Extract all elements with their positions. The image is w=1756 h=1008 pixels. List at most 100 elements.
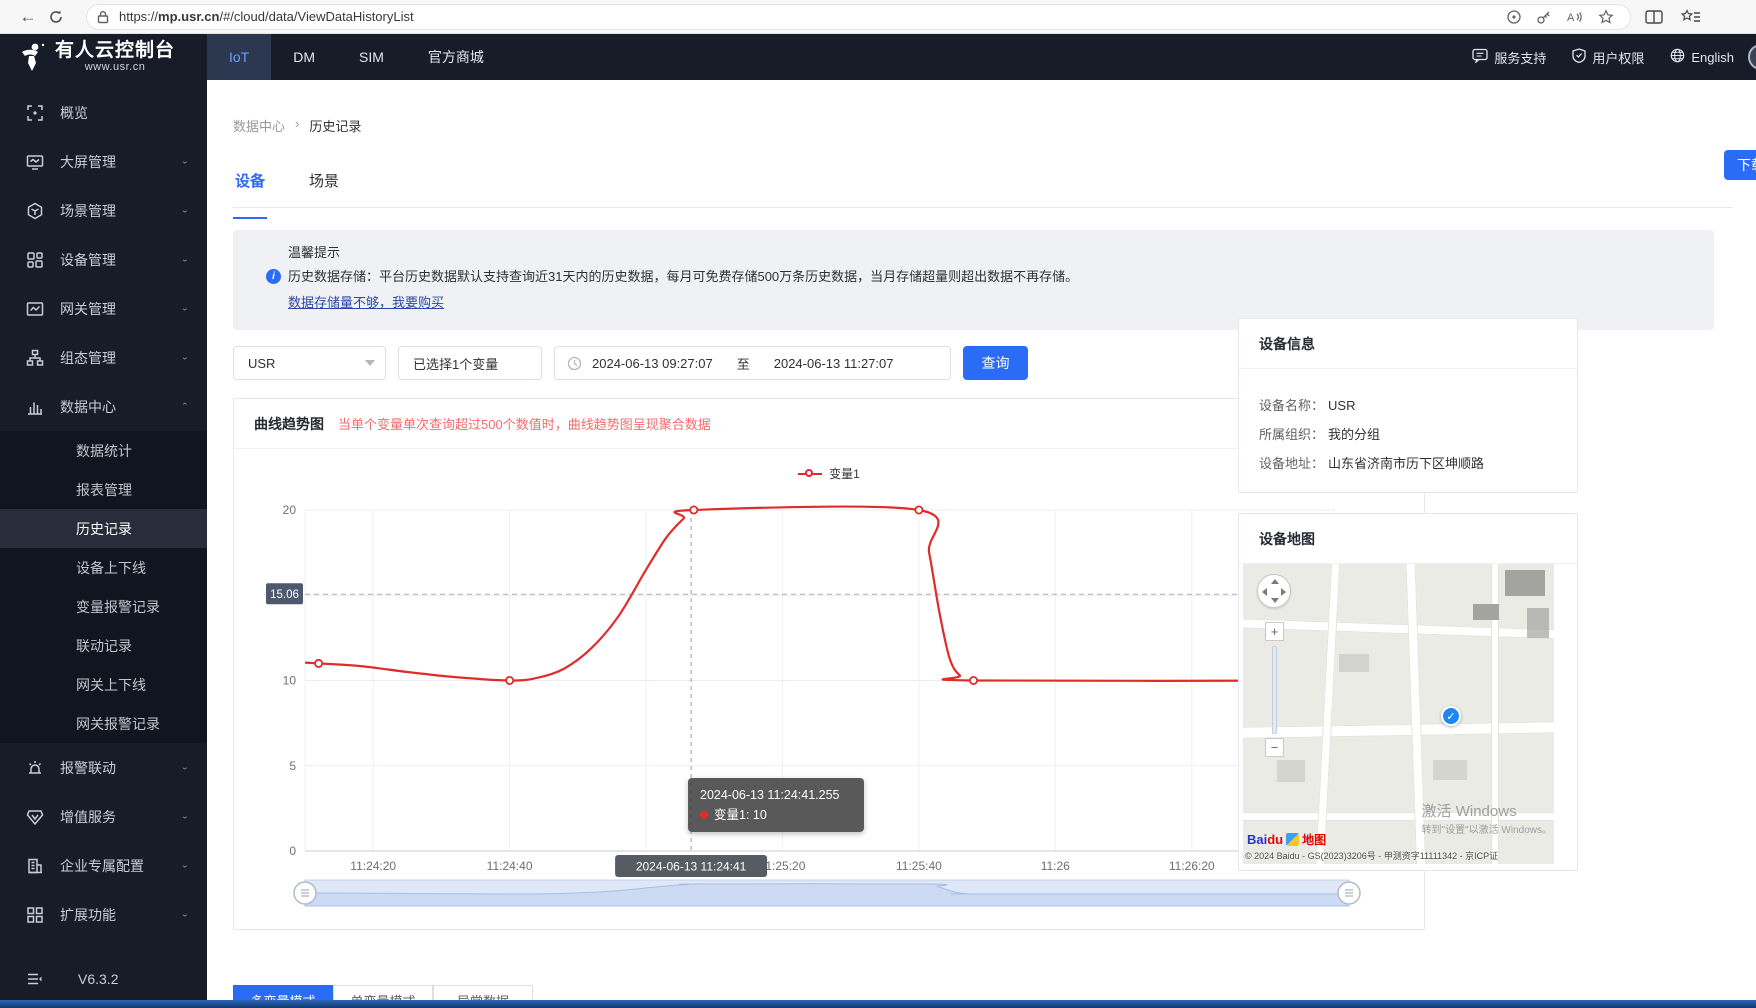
right-column: 设备信息 设备名称： USR 所属组织： 我的分组 设备地址： 山东省济南市历下区坤顺路 … — [1238, 318, 1578, 891]
read-aloud-icon[interactable]: A — [1566, 9, 1584, 25]
sidebar-subitem-联动记录[interactable]: 联动记录 — [0, 626, 207, 665]
sidebar-item-组态管理[interactable]: 组态管理 ⌄ — [0, 333, 207, 382]
data-center-icon — [26, 398, 44, 416]
refresh-icon[interactable] — [42, 3, 70, 31]
sidebar-subitem-报表管理[interactable]: 报表管理 — [0, 470, 207, 509]
sidebar-subitem-设备上下线[interactable]: 设备上下线 — [0, 548, 207, 587]
sidebar-item-大屏管理[interactable]: 大屏管理 ⌄ — [0, 137, 207, 186]
svg-text:11:24:40: 11:24:40 — [487, 859, 533, 873]
map-zoom-out-button[interactable]: − — [1265, 738, 1284, 757]
top-menu: IoT DM SIM 官方商城 — [207, 34, 506, 80]
sidebar-item-扩展功能[interactable]: 扩展功能 ⌄ — [0, 890, 207, 939]
top-nav-服务支持[interactable]: 服务支持 — [1472, 48, 1546, 67]
tab-设备[interactable]: 设备 — [233, 166, 268, 219]
map-building — [1473, 604, 1499, 620]
enterprise-icon — [26, 857, 44, 875]
top-nav-English[interactable]: English — [1670, 48, 1734, 66]
sidebar-item-label: 场景管理 — [60, 202, 116, 219]
map-zoom-in-button[interactable]: + — [1265, 622, 1284, 641]
sidebar-subitem-数据统计[interactable]: 数据统计 — [0, 431, 207, 470]
device-location-marker[interactable]: ✓ — [1441, 706, 1461, 726]
top-menu-dm[interactable]: DM — [271, 34, 337, 80]
svg-text:11:26: 11:26 — [1041, 859, 1070, 873]
screen: ← https://mp.usr.cn/#/cloud/data/ViewDat… — [0, 0, 1756, 1008]
url-text: https://mp.usr.cn/#/cloud/data/ViewDataH… — [119, 9, 414, 24]
clock-icon — [567, 356, 582, 370]
sidebar-item-label: 设备管理 — [60, 251, 116, 268]
sidebar-subitem-变量报警记录[interactable]: 变量报警记录 — [0, 587, 207, 626]
globe-icon — [1670, 48, 1685, 66]
svg-text:11:24:20: 11:24:20 — [350, 859, 396, 873]
legend-label: 变量1 — [829, 467, 860, 481]
map-canvas[interactable]: + − ✓ Bai du 地图 激活 Windows 转到"设置"以激活 Wind… — [1243, 564, 1554, 864]
sidebar-subitem-历史记录[interactable]: 历史记录 — [0, 509, 207, 548]
address-bar[interactable]: https://mp.usr.cn/#/cloud/data/ViewDataH… — [86, 3, 1631, 30]
page-tabs: 设备 场景 — [233, 166, 1733, 219]
tab-场景[interactable]: 场景 — [307, 166, 341, 207]
overview-icon — [26, 104, 44, 122]
device-info-row: 设备地址： 山东省济南市历下区坤顺路 — [1259, 455, 1557, 472]
top-menu-官方商城[interactable]: 官方商城 — [406, 34, 506, 80]
svg-text:20: 20 — [283, 503, 297, 517]
sidebar-item-概览[interactable]: 概览 — [0, 88, 207, 137]
map-pan-control[interactable] — [1257, 574, 1291, 608]
sidebar-subitem-网关报警记录[interactable]: 网关报警记录 — [0, 704, 207, 743]
map-zoom-slider[interactable] — [1272, 646, 1277, 734]
map-building — [1277, 760, 1305, 782]
chevron-down-icon: ⌄ — [180, 206, 189, 215]
back-icon[interactable]: ← — [14, 3, 42, 31]
location-icon[interactable] — [1506, 9, 1522, 25]
map-building — [1433, 760, 1467, 780]
svg-text:2024-06-13 11:24:41: 2024-06-13 11:24:41 — [636, 860, 747, 874]
chevron-down-icon: ⌄ — [180, 861, 189, 870]
svg-text:A: A — [1567, 12, 1575, 24]
variable-select[interactable]: 已选择1个变量 — [398, 346, 542, 380]
sidebar-item-企业专属配置[interactable]: 企业专属配置 ⌄ — [0, 841, 207, 890]
device-info-title: 设备信息 — [1239, 319, 1577, 369]
sidebar-item-label: 组态管理 — [60, 349, 116, 366]
sidebar-item-设备管理[interactable]: 设备管理 ⌄ — [0, 235, 207, 284]
sidebar-item-报警联动[interactable]: 报警联动 ⌄ — [0, 743, 207, 792]
split-screen-icon[interactable] — [1645, 9, 1663, 25]
sidebar-item-场景管理[interactable]: 场景管理 ⌄ — [0, 186, 207, 235]
svg-text:11:26:20: 11:26:20 — [1169, 859, 1215, 873]
top-menu-iot[interactable]: IoT — [207, 34, 272, 80]
legend-marker-icon — [798, 468, 823, 479]
avatar[interactable] — [1748, 44, 1756, 70]
notice-body: i 历史数据存储：平台历史数据默认支持查询近31天内的历史数据，每月可免费存储5… — [266, 268, 1694, 286]
search-button[interactable]: 查询 — [963, 346, 1028, 380]
top-menu-sim[interactable]: SIM — [337, 34, 406, 80]
buy-storage-link[interactable]: 数据存储量不够，我要购买 — [288, 292, 444, 311]
usr-logo-icon — [22, 43, 45, 71]
value-added-icon — [26, 808, 44, 826]
favorites-bar-icon[interactable] — [1681, 8, 1701, 25]
chevron-down-icon: ⌄ — [180, 763, 189, 772]
sidebar-item-增值服务[interactable]: 增值服务 ⌄ — [0, 792, 207, 841]
tooltip-value: 变量1: 10 — [714, 808, 767, 822]
device-icon — [26, 251, 44, 269]
breadcrumb-parent[interactable]: 数据中心 — [233, 116, 285, 135]
alarm-icon — [26, 759, 44, 777]
sidebar-item-网关管理[interactable]: 网关管理 ⌄ — [0, 284, 207, 333]
sidebar-item-数据中心[interactable]: 数据中心 ⌃ — [0, 382, 207, 431]
app-logo[interactable]: 有人云控制台 www.usr.cn — [0, 41, 207, 73]
taskbar-strip — [0, 1000, 1756, 1008]
tooltip-time: 2024-06-13 11:24:41.255 — [700, 788, 840, 802]
top-nav-用户权限[interactable]: 用户权限 — [1572, 48, 1644, 67]
chevron-up-icon: ⌃ — [180, 402, 189, 411]
device-select[interactable]: USR — [233, 346, 386, 380]
date-start: 2024-06-13 09:27:07 — [592, 355, 713, 371]
chevron-down-icon — [365, 360, 375, 366]
sidebar-item-label: 概览 — [60, 104, 88, 121]
sidebar-subitem-网关上下线[interactable]: 网关上下线 — [0, 665, 207, 704]
chart-tooltip: 2024-06-13 11:24:41.255 变量1: 10 — [688, 778, 864, 832]
date-range-picker[interactable]: 2024-06-13 09:27:07 至 2024-06-13 11:27:0… — [554, 346, 951, 380]
map-attribution: © 2024 Baidu - GS(2023)3206号 - 甲测资字11111… — [1245, 851, 1499, 861]
device-info-row: 所属组织： 我的分组 — [1259, 426, 1557, 443]
breadcrumb-separator: › — [295, 116, 300, 131]
top-nav-right: 服务支持 用户权限 English — [1472, 48, 1748, 67]
key-icon[interactable] — [1536, 9, 1552, 25]
map-building — [1505, 570, 1545, 596]
sidebar: 概览 大屏管理 ⌄ 场景管理 ⌄ 设备管理 ⌄ 网关管理 ⌄ 组态管理 ⌄ 数据中心 ⌃ 数据统计 报表管理… — [0, 80, 207, 1008]
favorite-star-icon[interactable] — [1598, 8, 1614, 25]
